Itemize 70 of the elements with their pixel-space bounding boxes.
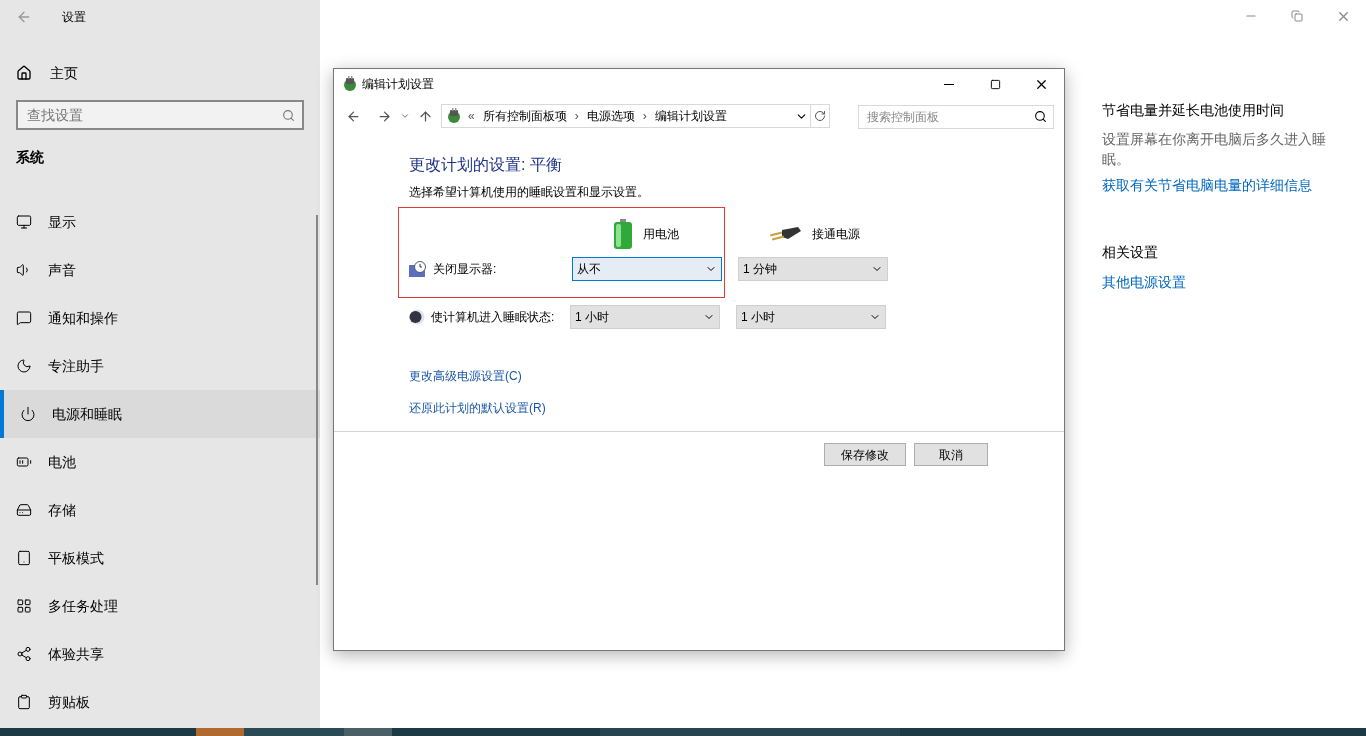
- setting-label: 使计算机进入睡眠状态:: [431, 309, 556, 326]
- power-plug-icon: [342, 76, 358, 92]
- nav-item[interactable]: 显示: [0, 198, 320, 246]
- time-dropdown[interactable]: 1 分钟: [738, 257, 888, 281]
- breadcrumb-item[interactable]: 电源选项: [584, 107, 637, 125]
- grid-icon: [16, 598, 32, 614]
- section-heading: 系统: [16, 148, 44, 167]
- moon-icon: [409, 309, 425, 325]
- related-heading: 相关设置: [1102, 243, 1159, 262]
- panel-description: 设置屏幕在你离开电脑后多久进入睡眠。: [1102, 130, 1327, 169]
- overflow-chevron[interactable]: «: [468, 107, 475, 125]
- column-heading: 接通电源: [812, 226, 860, 243]
- search-icon: [1034, 109, 1047, 123]
- nav-item[interactable]: 多任务处理: [0, 582, 320, 630]
- nav-item[interactable]: 电池: [0, 438, 320, 486]
- time-dropdown[interactable]: 1 小时: [570, 305, 720, 329]
- breadcrumb-separator[interactable]: ›: [642, 107, 647, 125]
- nav-item[interactable]: 电源和睡眠: [0, 390, 320, 438]
- minimize-icon: [944, 83, 954, 85]
- other-power-settings-link[interactable]: 其他电源设置: [1102, 272, 1186, 293]
- battery-icon: [16, 454, 32, 470]
- caret-icon: [400, 111, 410, 121]
- power-icon: [20, 406, 36, 422]
- clipboard-icon: [16, 694, 32, 710]
- dialog-title: 编辑计划设置: [362, 76, 434, 93]
- nav-item[interactable]: 通知和操作: [0, 294, 320, 342]
- app-title: 设置: [62, 8, 86, 26]
- setting-label: 关闭显示器:: [433, 261, 498, 278]
- settings-link[interactable]: 还原此计划的默认设置(R): [409, 399, 546, 417]
- plan-heading: 更改计划的设置: 平衡: [409, 155, 562, 175]
- nav-item[interactable]: 体验共享: [0, 630, 320, 678]
- nodes-icon: [16, 646, 32, 662]
- maximize-icon: [989, 78, 1001, 90]
- time-dropdown[interactable]: 从不: [572, 257, 722, 281]
- nav-item[interactable]: 平板模式: [0, 534, 320, 582]
- breadcrumb-item[interactable]: 编辑计划设置: [652, 107, 729, 125]
- battery-icon: [613, 219, 633, 249]
- moon-icon: [16, 358, 32, 374]
- dialog-button[interactable]: 保存修改: [824, 443, 906, 466]
- search-icon: [282, 109, 295, 122]
- address-bar[interactable]: « 所有控制面板项 › 电源选项 › 编辑计划设置: [441, 104, 812, 128]
- panel-heading: 节省电量并延长电池使用时间: [1102, 101, 1285, 120]
- power-plug-icon: [446, 108, 462, 124]
- plan-description: 选择希望计算机使用的睡眠设置和显示设置。: [409, 184, 649, 201]
- home-icon: [16, 65, 32, 81]
- breadcrumb-separator[interactable]: ›: [574, 107, 579, 125]
- plug-icon: [768, 225, 802, 243]
- drive-icon: [16, 502, 32, 518]
- speech-bubble-icon: [16, 310, 32, 326]
- time-dropdown[interactable]: 1 小时: [736, 305, 886, 329]
- home-item[interactable]: 主页: [0, 55, 320, 91]
- dialog-button[interactable]: 取消: [914, 443, 988, 466]
- refresh-button[interactable]: [811, 104, 831, 128]
- monitor-icon: [16, 214, 32, 230]
- power-info-link[interactable]: 获取有关节省电脑电量的详细信息: [1102, 175, 1336, 196]
- settings-link[interactable]: 更改高级电源设置(C): [409, 367, 522, 385]
- monitor-clock-icon: [409, 261, 427, 277]
- forward-arrow-icon: [377, 108, 392, 124]
- nav-item[interactable]: 专注助手: [0, 342, 320, 390]
- search-field[interactable]: 查找设置: [16, 100, 304, 130]
- nav-item[interactable]: 声音: [0, 246, 320, 294]
- tablet-icon: [16, 550, 32, 566]
- column-heading: 用电池: [643, 226, 679, 243]
- recent-dropdown[interactable]: [400, 111, 410, 121]
- scrollbar[interactable]: [316, 215, 318, 585]
- nav-item[interactable]: 剪贴板: [0, 678, 320, 726]
- refresh-icon: [814, 110, 827, 122]
- nav-item[interactable]: 存储: [0, 486, 320, 534]
- restore-icon: [1291, 10, 1303, 22]
- breadcrumb-item[interactable]: 所有控制面板项: [480, 107, 569, 125]
